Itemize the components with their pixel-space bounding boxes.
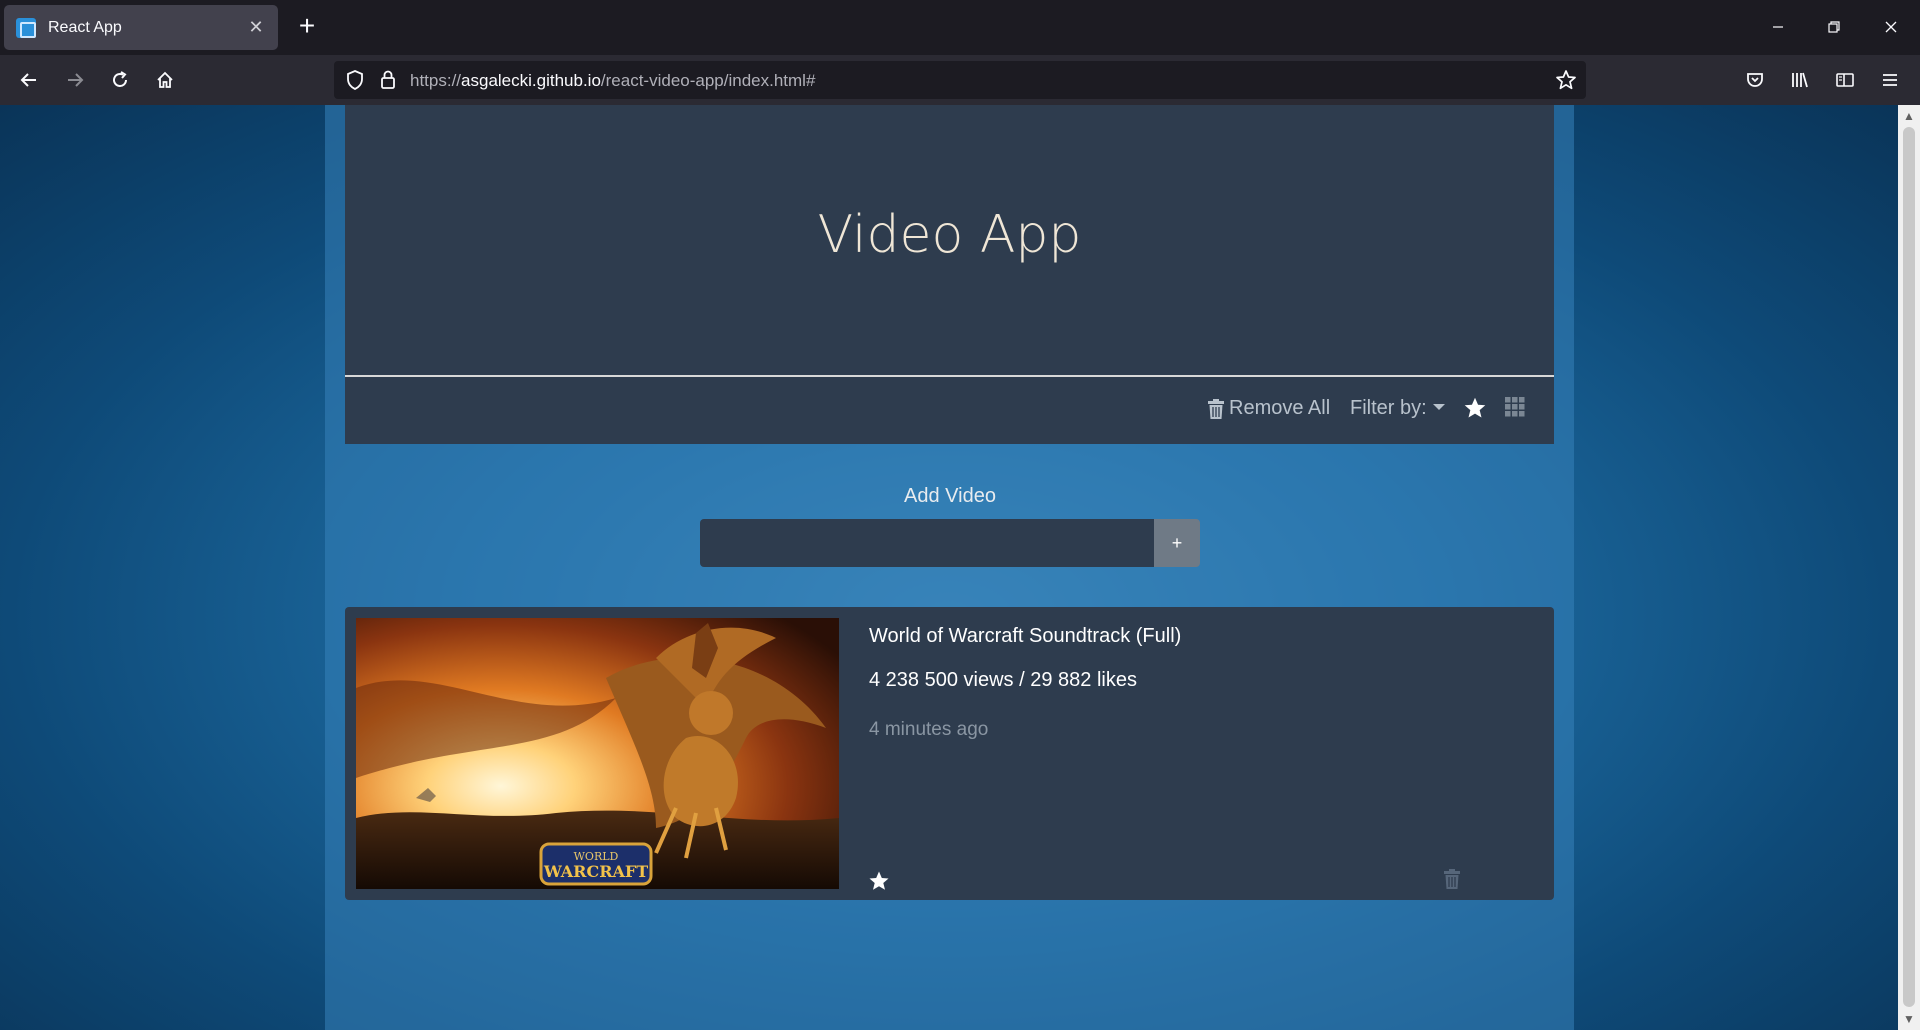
url-host: asgalecki.github.io xyxy=(461,71,601,90)
remove-all-button[interactable]: Remove All xyxy=(1207,397,1330,420)
window-close-icon[interactable] xyxy=(1876,12,1906,42)
chevron-down-icon xyxy=(1432,403,1445,410)
scrollbar-thumb[interactable] xyxy=(1903,127,1915,1007)
thumbnail-logo-line2: WARCRAFT xyxy=(543,862,648,881)
url-path: /react-video-app/index.html# xyxy=(600,71,816,90)
trash-icon xyxy=(1444,869,1460,889)
sidebar-icon[interactable] xyxy=(1830,65,1860,95)
grid-icon xyxy=(1505,397,1525,417)
tab-title: React App xyxy=(48,18,122,36)
filter-dropdown[interactable]: Filter by: xyxy=(1350,397,1445,420)
video-url-input[interactable] xyxy=(700,519,1154,567)
forward-icon[interactable] xyxy=(60,65,90,95)
lock-icon[interactable] xyxy=(378,69,398,96)
url-bar[interactable]: https://asgalecki.github.io/react-video-… xyxy=(334,61,1586,99)
video-stats: 4 238 500 views / 29 882 likes xyxy=(869,669,1137,691)
url-scheme: https:// xyxy=(410,71,462,90)
grid-view-button[interactable] xyxy=(1505,397,1525,417)
minimize-icon[interactable] xyxy=(1763,12,1793,42)
bookmark-star-icon[interactable] xyxy=(1554,68,1578,97)
tab-bar: React App ✕ + xyxy=(0,0,1920,55)
video-thumbnail[interactable]: WORLD WARCRAFT xyxy=(356,618,839,889)
reload-icon[interactable] xyxy=(105,65,135,95)
back-icon[interactable] xyxy=(14,65,44,95)
video-card: WORLD WARCRAFT World of Warcraft Soundtr… xyxy=(345,607,1554,900)
video-title: World of Warcraft Soundtrack (Full) xyxy=(869,625,1182,647)
filter-label: Filter by: xyxy=(1350,397,1427,419)
remove-all-label: Remove All xyxy=(1229,397,1331,419)
star-icon xyxy=(869,871,889,890)
close-icon[interactable]: ✕ xyxy=(246,17,266,38)
app-toolbar: Remove All Filter by: xyxy=(345,377,1554,444)
add-video-button[interactable]: + xyxy=(1154,519,1200,567)
favorites-filter-button[interactable] xyxy=(1462,395,1488,421)
add-video-form: + xyxy=(700,519,1200,567)
new-tab-button[interactable]: + xyxy=(292,12,322,42)
add-video-label: Add Video xyxy=(904,485,996,507)
library-icon[interactable] xyxy=(1785,65,1815,95)
menu-icon[interactable] xyxy=(1875,65,1905,95)
favorite-button[interactable] xyxy=(867,869,891,898)
scroll-down-icon[interactable]: ▼ xyxy=(1902,1012,1916,1026)
pocket-icon[interactable] xyxy=(1740,65,1770,95)
app-header: Video App xyxy=(345,105,1554,377)
star-icon xyxy=(1464,397,1486,418)
shield-icon[interactable] xyxy=(344,69,366,96)
browser-tab[interactable]: React App ✕ xyxy=(4,5,278,50)
thumbnail-image: WORLD WARCRAFT xyxy=(356,618,839,889)
restore-icon[interactable] xyxy=(1819,12,1849,42)
home-icon[interactable] xyxy=(150,65,180,95)
trash-icon xyxy=(1208,398,1224,419)
delete-video-button[interactable] xyxy=(1443,869,1461,894)
scroll-up-icon[interactable]: ▲ xyxy=(1902,109,1916,123)
url-text[interactable]: https://asgalecki.github.io/react-video-… xyxy=(410,71,815,91)
page-viewport: Video App Remove All Filter by: Add Vide… xyxy=(0,105,1898,1030)
page-scrollbar[interactable]: ▲ ▼ xyxy=(1898,105,1920,1030)
video-added-time: 4 minutes ago xyxy=(869,719,989,740)
favicon-icon xyxy=(16,17,36,38)
page-title: Video App xyxy=(817,205,1082,265)
